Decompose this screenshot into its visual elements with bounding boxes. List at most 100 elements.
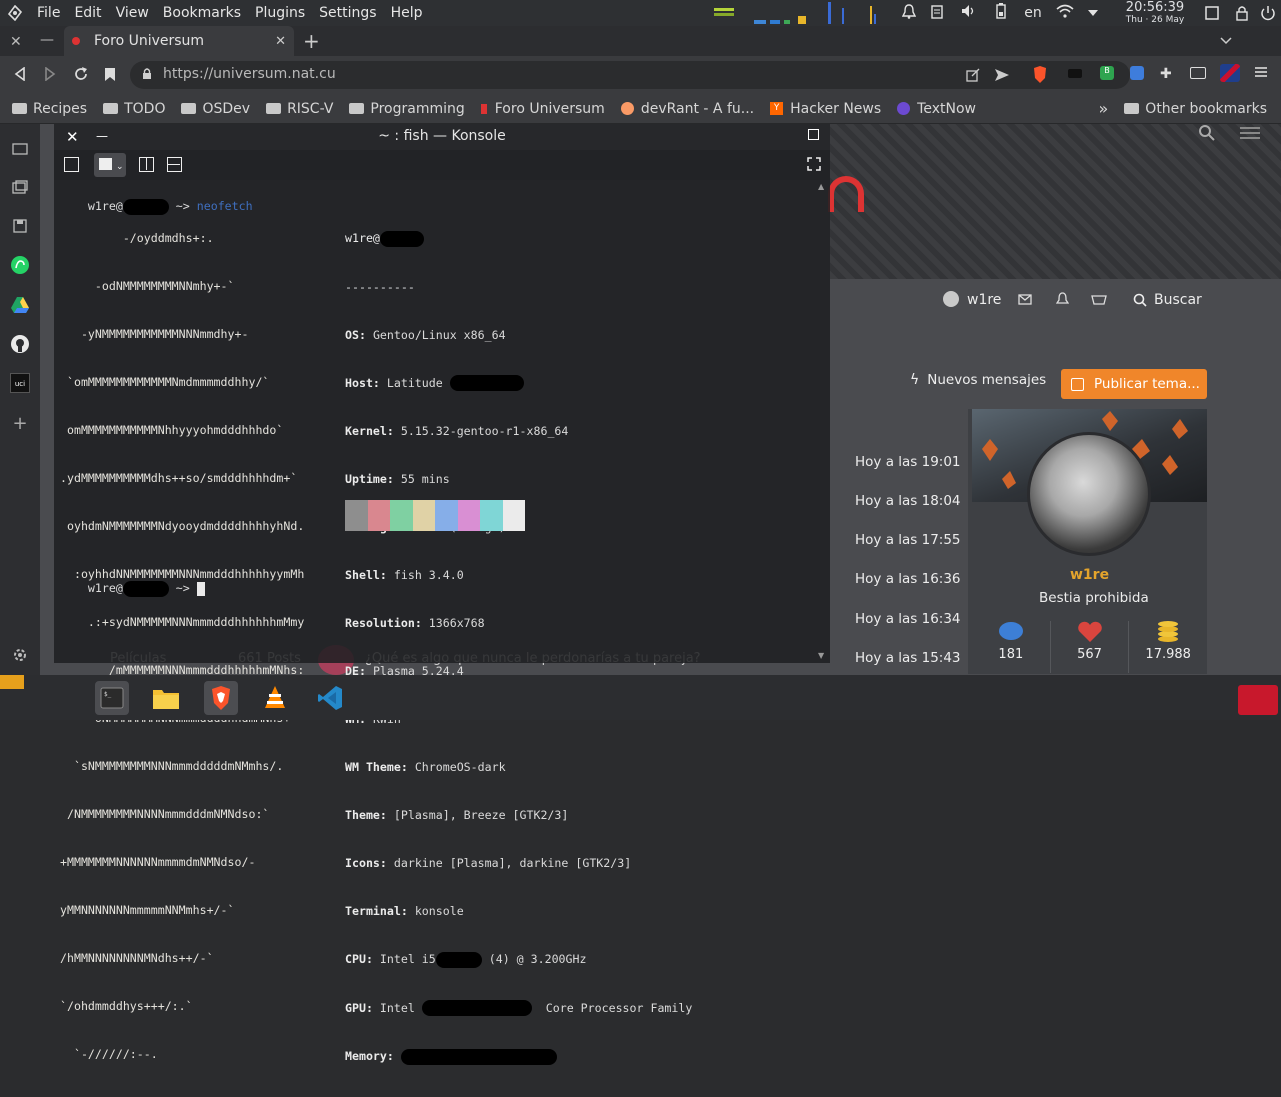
back-icon[interactable] bbox=[14, 66, 26, 85]
cpu-monitor-graph[interactable] bbox=[712, 4, 812, 24]
whatsapp-icon[interactable] bbox=[9, 254, 31, 276]
open-external-icon[interactable] bbox=[966, 68, 980, 86]
inbox-icon[interactable] bbox=[1018, 294, 1032, 309]
battery-icon[interactable] bbox=[984, 3, 1018, 23]
forum-menu-icon[interactable] bbox=[1240, 126, 1260, 144]
new-tab-icon[interactable]: + bbox=[303, 29, 320, 53]
clipboard-icon[interactable] bbox=[920, 4, 954, 23]
google-drive-icon[interactable] bbox=[9, 294, 31, 316]
user-avatar-small[interactable] bbox=[943, 291, 959, 307]
tab-search-icon[interactable] bbox=[1220, 34, 1232, 49]
bookmark-label: TODO bbox=[124, 100, 166, 117]
profile-avatar[interactable] bbox=[1027, 432, 1151, 556]
scroll-up-icon[interactable]: ▲ bbox=[818, 182, 824, 191]
power-icon[interactable] bbox=[1260, 5, 1276, 25]
tab-close-icon[interactable]: ✕ bbox=[275, 34, 286, 49]
sidebar-screen-icon[interactable] bbox=[9, 138, 31, 160]
close-window-icon[interactable]: ✕ bbox=[10, 34, 22, 50]
cart-icon[interactable] bbox=[1091, 292, 1107, 310]
taskbar-files[interactable] bbox=[149, 681, 183, 715]
terminal-cursor[interactable] bbox=[196, 581, 205, 596]
bookmark-osdev[interactable]: OSDev bbox=[173, 94, 258, 124]
info-value: Core Processor Family bbox=[538, 1000, 693, 1015]
terminal-scrollbar[interactable]: ▲ ▼ bbox=[818, 182, 826, 660]
lock-icon[interactable] bbox=[142, 67, 152, 84]
network-monitor-graph[interactable] bbox=[828, 2, 888, 24]
bookmarks-overflow[interactable]: » bbox=[1091, 94, 1117, 124]
bookmark-hacker-news[interactable]: Y Hacker News bbox=[762, 94, 889, 124]
bookmark-devrant[interactable]: devRant - A fu... bbox=[613, 94, 762, 124]
keyboard-layout[interactable]: en bbox=[1018, 5, 1048, 21]
menu-plugins[interactable]: Plugins bbox=[248, 5, 312, 21]
menu-bookmarks[interactable]: Bookmarks bbox=[156, 5, 248, 21]
scroll-down-icon[interactable]: ▼ bbox=[818, 651, 824, 660]
sidebar-add-icon[interactable]: + bbox=[9, 412, 31, 434]
app-launcher-icon[interactable] bbox=[0, 0, 30, 26]
redacted-model bbox=[449, 375, 524, 391]
translate-icon[interactable] bbox=[1130, 66, 1144, 80]
taskbar-vscode[interactable] bbox=[313, 681, 347, 715]
stat-value: 17.988 bbox=[1145, 647, 1191, 662]
forward-icon[interactable] bbox=[44, 66, 56, 85]
taskbar-konsole[interactable]: $_ bbox=[95, 681, 129, 715]
profile-name[interactable]: w1re bbox=[1070, 567, 1109, 583]
split-horizontal-icon[interactable] bbox=[167, 157, 182, 172]
tray-expand-icon[interactable] bbox=[1082, 5, 1104, 21]
maximize-window-icon[interactable] bbox=[808, 129, 819, 140]
sidebar-media-icon[interactable] bbox=[9, 176, 31, 198]
bookmark-recipes[interactable]: Recipes bbox=[4, 94, 95, 124]
logo-line: `sNMMMMMMMMNNNmmmdddddmNMmhs/. bbox=[60, 759, 284, 773]
search-link[interactable]: Buscar bbox=[1154, 292, 1202, 308]
bookmark-todo[interactable]: TODO bbox=[95, 94, 173, 124]
share-icon[interactable] bbox=[994, 68, 1010, 86]
digital-clock[interactable]: 20:56:39 Thu · 26 May bbox=[1112, 0, 1198, 27]
user-name-link[interactable]: w1re bbox=[967, 292, 1001, 308]
bookmark-programming[interactable]: Programming bbox=[341, 94, 472, 124]
bookmark-label: devRant - A fu... bbox=[640, 100, 755, 117]
redacted-cpu-model bbox=[435, 951, 482, 968]
url-field[interactable]: https://universum.nat.cu bbox=[130, 61, 1130, 89]
bookmark-risc-v[interactable]: RISC-V bbox=[258, 94, 341, 124]
volume-icon[interactable] bbox=[954, 4, 984, 22]
extension-green-icon[interactable]: B bbox=[1100, 66, 1114, 80]
new-tab-icon[interactable] bbox=[64, 157, 79, 172]
minimize-window-icon[interactable]: — bbox=[40, 32, 54, 48]
github-icon[interactable] bbox=[9, 333, 31, 355]
show-desktop-icon[interactable] bbox=[1205, 6, 1219, 24]
bookmark-foro-universum[interactable]: Foro Universum bbox=[473, 94, 613, 124]
menu-file[interactable]: File bbox=[30, 5, 67, 21]
tab-foro-universum[interactable]: Foro Universum ✕ bbox=[64, 26, 294, 56]
taskbar-pager-icon[interactable] bbox=[0, 675, 24, 689]
search-icon[interactable] bbox=[1198, 124, 1216, 146]
sidebar-save-icon[interactable] bbox=[9, 215, 31, 237]
profile-avatar-icon[interactable] bbox=[1220, 64, 1240, 82]
extensions-puzzle-icon[interactable]: ✚ bbox=[1160, 66, 1172, 82]
other-bookmarks[interactable]: Other bookmarks bbox=[1116, 94, 1281, 124]
search-icon[interactable] bbox=[1133, 293, 1147, 311]
menu-view[interactable]: View bbox=[109, 5, 156, 21]
copy-menu-icon[interactable]: ⌄ bbox=[94, 153, 126, 177]
menu-settings[interactable]: Settings bbox=[312, 5, 383, 21]
uci-icon[interactable]: uci bbox=[9, 372, 31, 394]
sidebar-settings-icon[interactable] bbox=[9, 644, 31, 666]
bookmark-textnow[interactable]: TextNow bbox=[889, 94, 984, 124]
trash-icon[interactable] bbox=[1238, 685, 1278, 715]
menu-help[interactable]: Help bbox=[384, 5, 430, 21]
reload-icon[interactable] bbox=[73, 66, 89, 86]
notifications-icon[interactable] bbox=[898, 3, 920, 23]
wallet-icon[interactable] bbox=[1190, 67, 1206, 79]
menu-edit[interactable]: Edit bbox=[67, 5, 108, 21]
extension-icon[interactable] bbox=[1068, 69, 1082, 78]
new-messages-button[interactable]: ϟ Nuevos mensajes bbox=[910, 372, 1046, 388]
wifi-icon[interactable] bbox=[1048, 4, 1082, 22]
taskbar-vlc[interactable] bbox=[258, 681, 292, 715]
publish-topic-button[interactable]: Publicar tema... bbox=[1061, 369, 1207, 399]
split-vertical-icon[interactable] bbox=[139, 157, 154, 172]
brave-shields-icon[interactable] bbox=[1032, 66, 1048, 88]
lock-screen-icon[interactable] bbox=[1236, 5, 1248, 25]
bookmark-page-icon[interactable] bbox=[104, 67, 116, 86]
taskbar-brave[interactable] bbox=[204, 681, 238, 715]
fullscreen-icon[interactable] bbox=[807, 157, 821, 175]
browser-menu-icon[interactable] bbox=[1254, 65, 1268, 83]
alerts-bell-icon[interactable] bbox=[1055, 292, 1070, 310]
